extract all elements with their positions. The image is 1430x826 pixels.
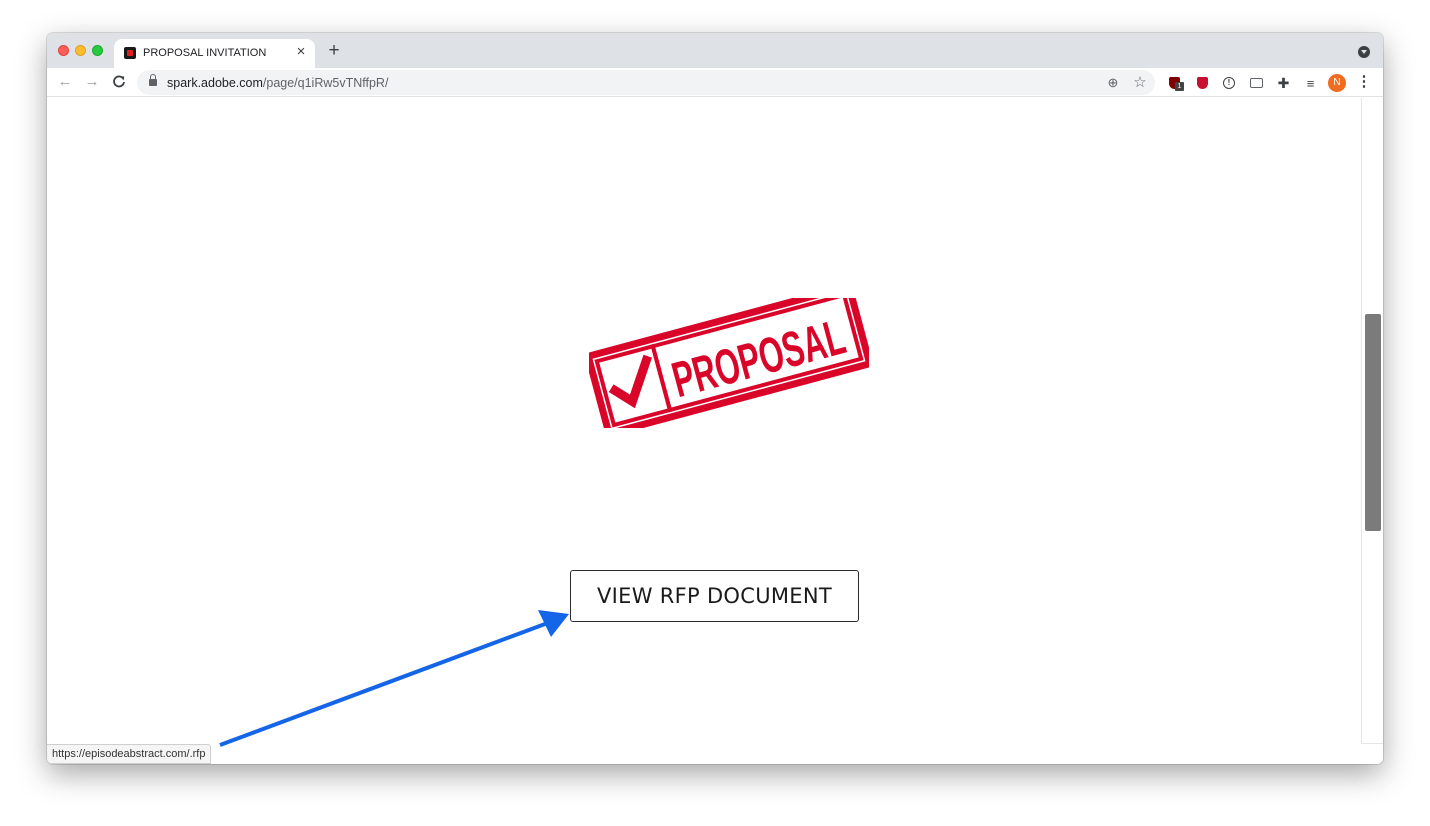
tab-close-icon[interactable]: × <box>293 44 309 60</box>
reload-icon <box>113 75 125 88</box>
view-rfp-document-button[interactable]: VIEW RFP DOCUMENT <box>570 570 859 622</box>
shield-extension-icon[interactable] <box>1195 76 1210 91</box>
browser-menu-icon[interactable]: ⋮ <box>1355 72 1373 92</box>
link-status-bar: https://episodeabstract.com/.rfp <box>47 744 212 764</box>
proposal-stamp-image: PROPOSAL <box>589 298 869 428</box>
browser-window: PROPOSAL INVITATION × + ← → spark.adobe.… <box>47 33 1383 764</box>
url-text[interactable]: spark.adobe.com/page/q1iRw5vTNffpR/ <box>167 76 388 90</box>
profile-avatar[interactable]: N <box>1328 74 1346 92</box>
tab-strip: PROPOSAL INVITATION × + <box>47 33 1383 68</box>
tab-proposal-invitation[interactable]: PROPOSAL INVITATION × <box>114 39 315 68</box>
ublock-icon[interactable]: 1 <box>1168 76 1184 91</box>
info-extension-ring: ! <box>1223 77 1235 89</box>
browser-toolbar: ← → spark.adobe.com/page/q1iRw5vTNffpR/ … <box>47 68 1383 97</box>
forward-button[interactable]: → <box>82 72 102 92</box>
adobe-spark-favicon-icon <box>124 47 136 59</box>
url-path: /page/q1iRw5vTNffpR/ <box>262 76 389 90</box>
page-content: PROPOSAL VIEW RFP DOCUMENT https://episo… <box>47 98 1383 764</box>
url-host: spark.adobe.com <box>167 76 263 90</box>
tab-search-icon[interactable] <box>1358 46 1370 58</box>
maximize-window-button[interactable] <box>92 45 103 56</box>
scrollbar-thumb[interactable] <box>1365 314 1381 531</box>
shield-extension-shape <box>1197 77 1208 89</box>
extensions-puzzle-icon[interactable]: ✚ <box>1276 76 1291 91</box>
info-extension-icon[interactable]: ! <box>1222 76 1237 91</box>
back-button[interactable]: ← <box>55 72 75 92</box>
new-tab-button[interactable]: + <box>325 41 343 60</box>
ublock-badge: 1 <box>1175 82 1184 91</box>
reload-button[interactable] <box>109 72 129 92</box>
minimize-window-button[interactable] <box>75 45 86 56</box>
chat-extension-shape <box>1250 78 1263 88</box>
media-control-icon[interactable]: ≡ <box>1303 76 1318 91</box>
lock-icon[interactable] <box>149 74 157 86</box>
chat-extension-icon[interactable] <box>1249 76 1264 91</box>
bookmark-star-icon[interactable]: ☆ <box>1131 74 1149 92</box>
address-bar[interactable]: spark.adobe.com/page/q1iRw5vTNffpR/ ⊕ ☆ <box>137 70 1155 95</box>
zoom-icon[interactable]: ⊕ <box>1104 74 1122 92</box>
close-window-button[interactable] <box>58 45 69 56</box>
tab-title: PROPOSAL INVITATION <box>143 47 267 59</box>
